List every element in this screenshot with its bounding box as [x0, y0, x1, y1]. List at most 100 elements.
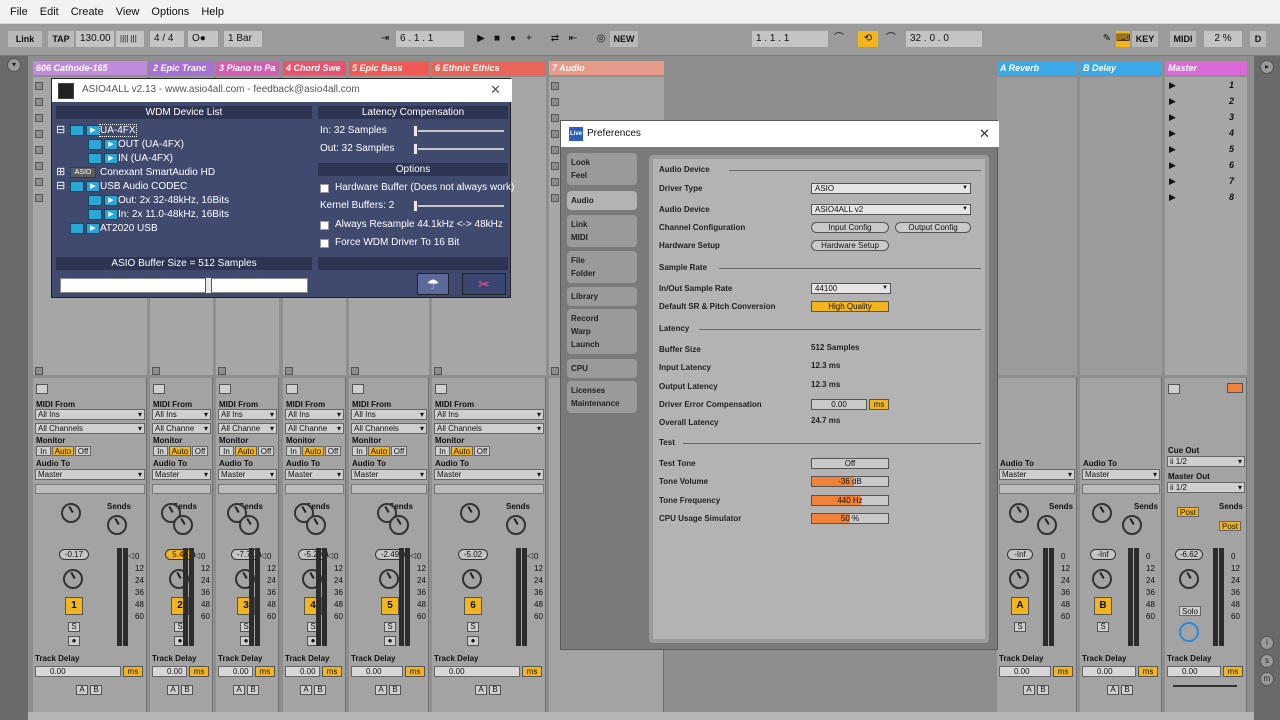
punch-in-icon[interactable]: ⌒	[832, 31, 846, 47]
device-label[interactable]: Conexant SmartAudio HD	[100, 167, 215, 178]
clip-stop-button[interactable]	[35, 367, 43, 375]
crossfade-b-button[interactable]: B	[389, 685, 401, 695]
post-button[interactable]: Post	[1177, 507, 1199, 517]
loop-start-field[interactable]: 1 . 1 . 1	[752, 31, 828, 47]
send-a-knob[interactable]	[460, 503, 480, 523]
scene-number[interactable]: 8	[1229, 192, 1234, 202]
send-a-knob[interactable]	[1092, 503, 1112, 523]
latency-in-slider-track[interactable]	[414, 130, 504, 132]
track-delay-unit[interactable]: ms	[405, 666, 425, 677]
solo-button[interactable]: S	[68, 622, 80, 632]
master-track-header[interactable]: Master	[1165, 61, 1247, 75]
midi-from-select[interactable]: All Ins	[152, 409, 211, 420]
solo-button[interactable]: S	[384, 622, 396, 632]
scene-number[interactable]: 4	[1229, 128, 1234, 138]
latency-in-slider-thumb[interactable]	[413, 125, 418, 137]
close-icon[interactable]: ✕	[979, 126, 990, 142]
arrangement-position-field[interactable]: 6 . 1 . 1	[396, 31, 464, 47]
record-icon[interactable]: ●	[506, 31, 520, 47]
io-toggle-icon[interactable]: i	[1260, 636, 1274, 650]
track-header[interactable]: 3 Piano to Pa	[216, 61, 279, 75]
clip-stop-button[interactable]	[218, 367, 226, 375]
midi-channel-select[interactable]: All Channels	[434, 423, 544, 434]
output-channel-field[interactable]	[999, 484, 1075, 494]
volume-field[interactable]: -5.02	[458, 549, 488, 560]
clip-slot-stop-button[interactable]	[35, 194, 43, 202]
midi-from-select[interactable]: All Ins	[434, 409, 544, 420]
midi-channel-select[interactable]: All Channe	[152, 423, 211, 434]
device-play-icon[interactable]: ▶	[86, 125, 100, 136]
monitor-auto-button[interactable]: Auto	[302, 446, 324, 456]
track-fold-button[interactable]	[286, 384, 298, 394]
menu-create[interactable]: Create	[65, 6, 110, 18]
menu-options[interactable]: Options	[145, 6, 195, 18]
crossfader[interactable]	[1173, 685, 1237, 687]
sample-rate-select[interactable]: 44100	[811, 283, 891, 294]
quantize-select[interactable]: 1 Bar	[224, 31, 262, 47]
follow-icon[interactable]: ⇥	[378, 31, 392, 47]
device-play-icon[interactable]: ▶	[104, 139, 118, 150]
menu-view[interactable]: View	[110, 6, 146, 18]
metronome-button[interactable]: O●	[188, 31, 218, 47]
tab-look[interactable]: Look Feel	[567, 153, 637, 185]
volume-field[interactable]: -6.62	[1175, 549, 1203, 560]
clip-stop-button[interactable]	[285, 367, 293, 375]
midi-from-select[interactable]: All Ins	[285, 409, 344, 420]
clip-slot-stop-button[interactable]	[551, 146, 559, 154]
track-fold-button[interactable]	[36, 384, 48, 394]
time-signature-field[interactable]: 4 / 4	[150, 31, 184, 47]
pan-knob[interactable]	[63, 569, 83, 589]
tree-expander-icon[interactable]: ⊟	[56, 125, 65, 136]
track-delay-unit[interactable]: ms	[189, 666, 209, 677]
punch-out-icon[interactable]: ⌒	[884, 31, 898, 47]
always-resample-checkbox[interactable]	[320, 221, 329, 230]
audio-to-select[interactable]: Master	[1082, 469, 1160, 480]
crossfade-b-button[interactable]: B	[1121, 685, 1133, 695]
cpu-usage-simulator-slider[interactable]: 50 %	[811, 513, 889, 524]
output-channel-field[interactable]	[218, 484, 277, 494]
device-label[interactable]: UA-4FX	[99, 124, 137, 137]
tab-licenses[interactable]: Licenses Maintenance	[567, 381, 637, 413]
clip-slot-stop-button[interactable]	[35, 146, 43, 154]
device-label[interactable]: IN (UA-4FX)	[118, 153, 173, 164]
return-track-header[interactable]: B Delay	[1080, 61, 1162, 75]
hardware-buffer-checkbox[interactable]	[320, 184, 329, 193]
arm-button[interactable]: ●	[384, 636, 396, 646]
track-activator-button[interactable]: A	[1011, 597, 1029, 615]
track-activator-button[interactable]: B	[1094, 597, 1112, 615]
crossfade-a-button[interactable]: A	[1023, 685, 1035, 695]
track-activator-button[interactable]: 5	[381, 597, 399, 615]
scene-launch-icon[interactable]: ▶	[1169, 176, 1176, 187]
monitor-auto-button[interactable]: Auto	[368, 446, 390, 456]
driver-type-select[interactable]: ASIO	[811, 183, 971, 194]
cue-volume-knob[interactable]	[1179, 622, 1199, 642]
tempo-field[interactable]: 130.00	[76, 31, 114, 47]
pan-knob[interactable]	[1009, 569, 1029, 589]
browser-toggle-icon[interactable]: ▾	[7, 58, 21, 72]
scene-number[interactable]: 6	[1229, 160, 1234, 170]
tab-link[interactable]: Link MIDI	[567, 215, 637, 247]
nudge-icon[interactable]: |||| |||	[116, 31, 144, 47]
track-delay-field[interactable]: 0.00	[285, 666, 320, 677]
tab-audio[interactable]: Audio	[567, 191, 637, 210]
solo-button[interactable]: S	[1097, 622, 1109, 632]
device-power-icon[interactable]	[88, 209, 102, 220]
key-map-button[interactable]: KEY	[1132, 31, 1158, 47]
send-b-knob[interactable]	[389, 515, 409, 535]
volume-slider-handle[interactable]: ◁	[128, 551, 134, 560]
scene-launch-icon[interactable]: ▶	[1169, 112, 1176, 123]
monitor-off-button[interactable]: Off	[75, 446, 91, 456]
device-power-icon[interactable]	[70, 223, 84, 234]
track-fold-button[interactable]	[219, 384, 231, 394]
crossfade-a-button[interactable]: A	[1107, 685, 1119, 695]
force-wdm-16bit-checkbox[interactable]	[320, 239, 329, 248]
track-delay-unit[interactable]: ms	[123, 666, 143, 677]
send-a-knob[interactable]	[61, 503, 81, 523]
midi-channel-select[interactable]: All Channe	[218, 423, 277, 434]
device-label[interactable]: AT2020 USB	[100, 223, 158, 234]
play-icon[interactable]: ▶	[474, 31, 488, 47]
clip-slot-stop-button[interactable]	[35, 162, 43, 170]
hardware-setup-button[interactable]: Hardware Setup	[811, 240, 889, 251]
tab-file[interactable]: File Folder	[567, 251, 637, 283]
clip-slot-stop-button[interactable]	[551, 162, 559, 170]
